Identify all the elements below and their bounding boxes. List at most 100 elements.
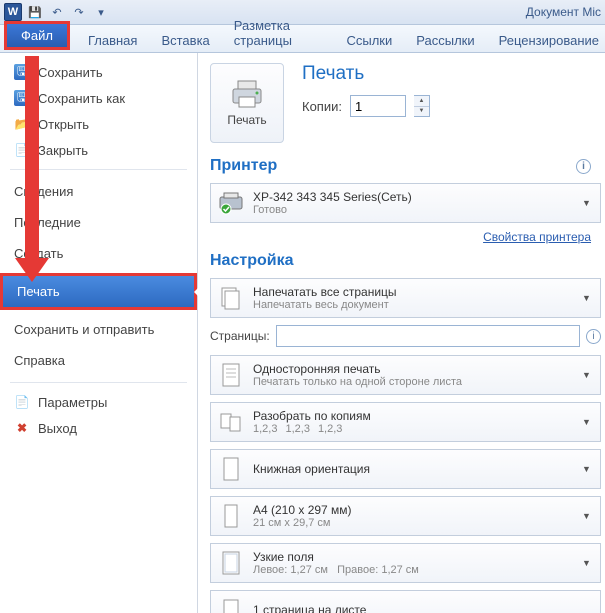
copies-spinner[interactable]: ▲▼ bbox=[414, 95, 430, 117]
printer-name: XP-342 343 345 Series(Сеть) bbox=[253, 190, 582, 204]
pages-per-sheet-selector[interactable]: 1 страница на листе bbox=[210, 590, 601, 613]
settings-section-heading: Настройка bbox=[210, 252, 601, 270]
backstage-view: 🖫 Сохранить 🖫 Сохранить как 📂 Открыть 📄 … bbox=[0, 53, 605, 613]
save-qat-icon[interactable]: 💾 bbox=[26, 3, 44, 21]
qat-customize-icon[interactable]: ▾ bbox=[92, 3, 110, 21]
dropdown-title: Напечатать все страницы bbox=[253, 285, 582, 299]
sidebar-item-help[interactable]: Справка bbox=[0, 345, 197, 376]
sidebar-item-new[interactable]: Создать bbox=[0, 238, 197, 269]
sidebar-item-label: Закрыть bbox=[38, 143, 88, 158]
portrait-icon bbox=[217, 454, 245, 484]
info-icon[interactable]: i bbox=[576, 159, 591, 174]
sidebar-separator bbox=[10, 382, 187, 383]
tab-insert[interactable]: Вставка bbox=[155, 29, 215, 52]
sidebar-item-print[interactable]: Печать bbox=[0, 273, 197, 310]
selection-notch bbox=[194, 284, 202, 300]
exit-icon: ✖ bbox=[14, 420, 30, 436]
printer-selector[interactable]: XP-342 343 345 Series(Сеть) Готово ▼ bbox=[210, 183, 601, 223]
sidebar-item-label: Выход bbox=[38, 421, 77, 436]
sidebar-item-open[interactable]: 📂 Открыть bbox=[0, 111, 197, 137]
quick-access-toolbar: W 💾 ↶ ↷ ▾ bbox=[0, 3, 110, 21]
dropdown-title: Разобрать по копиям bbox=[253, 409, 582, 423]
pages-label: Страницы: bbox=[210, 329, 270, 343]
redo-qat-icon[interactable]: ↷ bbox=[70, 3, 88, 21]
chevron-down-icon: ▼ bbox=[582, 558, 594, 568]
tab-review[interactable]: Рецензирование bbox=[493, 29, 605, 52]
sidebar-item-save-as[interactable]: 🖫 Сохранить как bbox=[0, 85, 197, 111]
print-button[interactable]: Печать bbox=[210, 63, 284, 143]
save-icon: 🖫 bbox=[14, 64, 30, 80]
dropdown-title: Односторонняя печать bbox=[253, 362, 582, 376]
paper-icon bbox=[217, 501, 245, 531]
margins-selector[interactable]: Узкие поля Левое: 1,27 см Правое: 1,27 с… bbox=[210, 543, 601, 583]
dropdown-subtitle: Напечатать весь документ bbox=[253, 299, 582, 311]
print-range-selector[interactable]: Напечатать все страницы Напечатать весь … bbox=[210, 278, 601, 318]
collate-selector[interactable]: Разобрать по копиям 1,2,31,2,31,2,3 ▼ bbox=[210, 402, 601, 442]
print-heading: Печать bbox=[302, 63, 430, 85]
sidebar-item-options[interactable]: 📄 Параметры bbox=[0, 389, 197, 415]
sidebar-item-label: Открыть bbox=[38, 117, 89, 132]
dropdown-title: Узкие поля bbox=[253, 550, 582, 564]
collate-icon bbox=[217, 407, 245, 437]
orientation-selector[interactable]: Книжная ориентация ▼ bbox=[210, 449, 601, 489]
options-icon: 📄 bbox=[14, 394, 30, 410]
sidebar-item-share[interactable]: Сохранить и отправить bbox=[0, 314, 197, 345]
sidebar-item-label: Параметры bbox=[38, 395, 107, 410]
printer-status: Готово bbox=[253, 204, 582, 216]
print-panel: Печать Печать Копии: ▲▼ Принтер i bbox=[198, 53, 605, 613]
sidebar-item-label: Последние bbox=[14, 215, 81, 230]
chevron-down-icon: ▼ bbox=[582, 293, 594, 303]
close-icon: 📄 bbox=[14, 142, 30, 158]
sidebar-separator bbox=[10, 169, 187, 170]
dropdown-title: 1 страница на листе bbox=[253, 603, 594, 613]
undo-qat-icon[interactable]: ↶ bbox=[48, 3, 66, 21]
open-icon: 📂 bbox=[14, 116, 30, 132]
chevron-down-icon: ▼ bbox=[582, 464, 594, 474]
pages-input[interactable] bbox=[276, 325, 580, 347]
printer-properties-link[interactable]: Свойства принтера bbox=[483, 230, 591, 244]
ribbon-tabs: Файл Главная Вставка Разметка страницы С… bbox=[0, 25, 605, 53]
tab-file[interactable]: Файл bbox=[4, 21, 70, 50]
dropdown-subtitle: 21 см x 29,7 см bbox=[253, 517, 582, 529]
sheet-icon bbox=[217, 595, 245, 613]
margins-icon bbox=[217, 548, 245, 578]
chevron-down-icon: ▼ bbox=[582, 417, 594, 427]
tab-mailings[interactable]: Рассылки bbox=[410, 29, 480, 52]
print-button-label: Печать bbox=[227, 113, 266, 127]
copies-label: Копии: bbox=[302, 99, 342, 114]
dropdown-subtitle: 1,2,31,2,31,2,3 bbox=[253, 423, 582, 435]
printer-section-heading: Принтер i bbox=[210, 157, 601, 175]
sides-selector[interactable]: Односторонняя печать Печатать только на … bbox=[210, 355, 601, 395]
tab-references[interactable]: Ссылки bbox=[340, 29, 398, 52]
document-title: Документ Miс bbox=[526, 5, 605, 19]
sidebar-item-label: Сохранить и отправить bbox=[14, 322, 154, 337]
tab-home[interactable]: Главная bbox=[82, 29, 143, 52]
dropdown-title: A4 (210 x 297 мм) bbox=[253, 503, 582, 517]
tab-page-layout[interactable]: Разметка страницы bbox=[228, 14, 329, 52]
save-as-icon: 🖫 bbox=[14, 90, 30, 106]
dropdown-subtitle: Печатать только на одной стороне листа bbox=[253, 376, 582, 388]
printer-icon bbox=[230, 79, 264, 109]
copies-input[interactable] bbox=[350, 95, 406, 117]
one-side-icon bbox=[217, 360, 245, 390]
backstage-sidebar: 🖫 Сохранить 🖫 Сохранить как 📂 Открыть 📄 … bbox=[0, 53, 198, 613]
word-app-icon: W bbox=[4, 3, 22, 21]
info-icon[interactable]: i bbox=[586, 329, 601, 344]
sidebar-item-label: Сохранить bbox=[38, 65, 103, 80]
sidebar-item-recent[interactable]: Последние bbox=[0, 207, 197, 238]
sidebar-item-label: Сведения bbox=[14, 184, 73, 199]
sidebar-item-label: Создать bbox=[14, 246, 63, 261]
pages-icon bbox=[217, 283, 245, 313]
chevron-down-icon: ▼ bbox=[582, 511, 594, 521]
sidebar-item-save[interactable]: 🖫 Сохранить bbox=[0, 59, 197, 85]
paper-size-selector[interactable]: A4 (210 x 297 мм) 21 см x 29,7 см ▼ bbox=[210, 496, 601, 536]
sidebar-item-label: Справка bbox=[14, 353, 65, 368]
sidebar-item-exit[interactable]: ✖ Выход bbox=[0, 415, 197, 441]
dropdown-title: Книжная ориентация bbox=[253, 462, 582, 476]
chevron-down-icon: ▼ bbox=[582, 370, 594, 380]
printer-status-icon bbox=[217, 188, 245, 218]
sidebar-item-label: Сохранить как bbox=[38, 91, 125, 106]
dropdown-subtitle: Левое: 1,27 см Правое: 1,27 см bbox=[253, 564, 582, 576]
sidebar-item-close[interactable]: 📄 Закрыть bbox=[0, 137, 197, 163]
sidebar-item-info[interactable]: Сведения bbox=[0, 176, 197, 207]
